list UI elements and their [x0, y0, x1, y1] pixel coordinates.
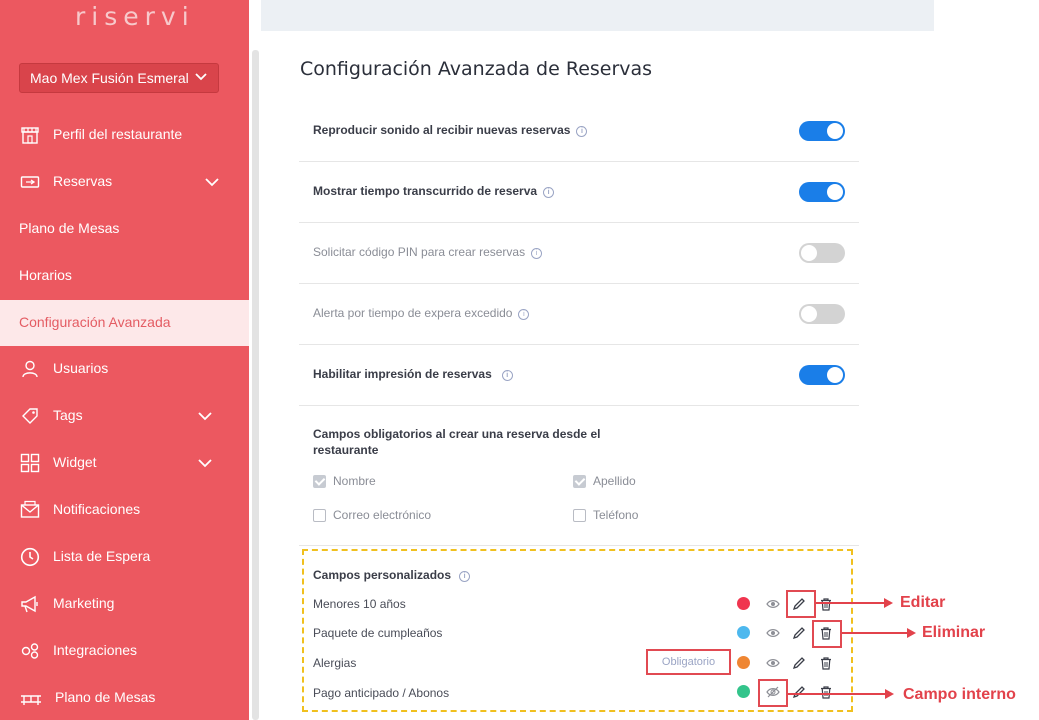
annotation-arrows [788, 598, 916, 699]
annotation-internal-field: Campo interno [903, 686, 1016, 703]
annotation-edit: Editar [900, 594, 946, 611]
annotation-delete: Eliminar [922, 624, 986, 641]
